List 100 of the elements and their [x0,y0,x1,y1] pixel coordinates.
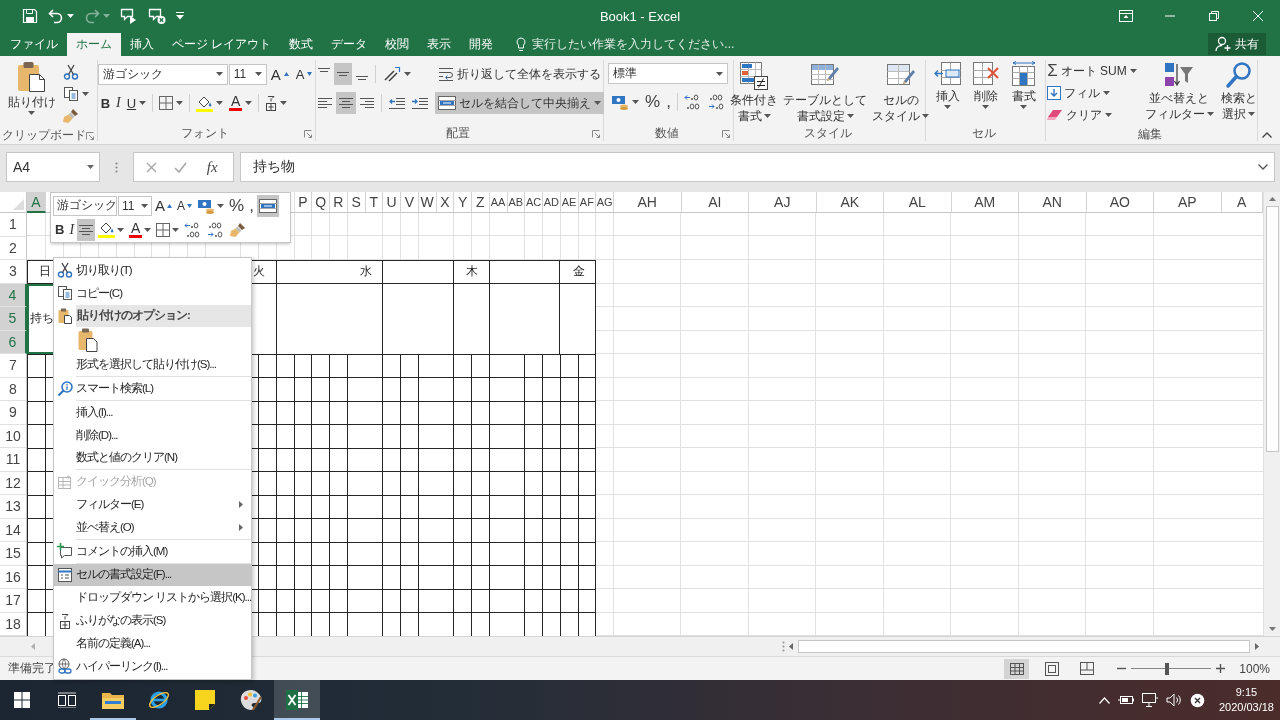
clock-time[interactable]: 9:15 [1235,685,1258,700]
collapse-ribbon-button[interactable] [1260,130,1274,140]
style-button[interactable]: セルの スタイル [870,60,931,123]
font-color-button[interactable]: A [226,92,256,114]
menu-item[interactable]: コピー(C) [54,281,251,305]
menu-item[interactable]: 名前の定義(A)... [54,631,251,655]
number-format-dropdown[interactable]: 標準 [608,63,729,84]
column-header[interactable]: V [401,192,419,213]
menu-item[interactable]: 挿入(I)... [54,401,251,424]
percent-button[interactable]: % [642,91,664,113]
underline-button[interactable]: U [123,92,150,114]
check-icon[interactable] [174,161,188,173]
ribbon-tab[interactable]: ファイル [1,32,67,56]
formula-input[interactable]: 持ち物 [240,152,1275,182]
comma-button[interactable]: , [247,194,256,217]
scroll-up-arrow-icon[interactable] [1268,197,1276,201]
autosum-button[interactable]: Σ オート SUM [1044,60,1140,82]
view-button[interactable] [1004,658,1030,679]
row-header[interactable]: 1 [0,213,27,237]
cells-button[interactable]: 削除 [969,60,1002,109]
font-name-dropdown[interactable]: 游ゴシック [97,63,228,85]
column-header[interactable]: AD [543,192,561,213]
ribbon-tab[interactable]: 開発 [460,32,503,56]
cells-button[interactable]: 書式 [1007,60,1040,109]
column-header[interactable]: Q [312,192,330,213]
ribbon-tab[interactable]: 表示 [418,32,461,56]
close-circle-icon[interactable] [1189,692,1205,708]
ribbon-tab[interactable]: 数式 [280,32,323,56]
dialog-launcher-icon[interactable] [722,129,730,138]
insert-function-button[interactable]: fx [203,158,221,176]
center-align-button[interactable] [77,218,96,241]
vertical-scrollbar[interactable] [1263,192,1280,636]
dialog-launcher-icon[interactable] [304,129,312,138]
menu-item[interactable]: 削除(D)... [54,423,251,447]
paste-option-button[interactable] [76,327,100,354]
tell-me-field[interactable]: 実行したい作業を入力してください... [512,32,739,56]
menu-item[interactable]: ふりがなの表示(S) [54,609,251,632]
ribbon-tab[interactable]: 校閲 [376,32,419,56]
zoom-percent[interactable]: 100% [1239,661,1270,676]
clear-button[interactable]: クリア [1044,104,1140,126]
ribbon-tab[interactable]: ページ レイアウト [163,32,281,56]
row-header[interactable]: 5 [0,307,27,331]
menu-item[interactable]: 並べ替え(O) [54,515,251,539]
speaker-icon[interactable] [1165,693,1182,707]
column-header[interactable]: AG [596,192,614,213]
paste-button[interactable]: 貼り付け [5,60,58,115]
style-button[interactable]: 条件付き 書式 [728,60,780,123]
row-header[interactable]: 4 [0,283,27,307]
column-header[interactable]: AC [525,192,543,213]
menu-item[interactable]: 数式と値のクリア(N) [54,446,251,470]
ribbon-tab[interactable]: データ [322,32,377,56]
menu-item[interactable]: 切り取り(T) [54,259,251,282]
menu-item[interactable]: セルの書式設定(F)... [54,563,251,587]
comma-button[interactable]: , [663,91,674,113]
scrollbar-thumb[interactable] [1265,206,1279,452]
fill-button[interactable]: フィル [1044,82,1140,104]
menu-item[interactable]: フィルター(E) [54,493,251,516]
column-header[interactable]: A [27,192,46,213]
scroll-right-arrow-icon[interactable] [1255,643,1259,650]
merge-center-button[interactable] [256,194,279,217]
italic-button[interactable]: I [113,92,124,114]
bold-button[interactable]: B [53,218,67,241]
menu-item[interactable]: 形式を選択して貼り付け(S)... [54,353,251,377]
merge-center-button[interactable]: セルを結合して中央揃え [435,92,604,114]
taskbar-button[interactable] [274,680,320,720]
scroll-down-arrow-icon[interactable] [1268,627,1276,631]
grow-font-button[interactable]: A [267,63,292,85]
name-box[interactable]: A4 [6,152,100,182]
sort-filter-button[interactable]: 並べ替えと フィルター [1142,60,1216,121]
battery-icon[interactable] [1117,695,1134,705]
scroll-left-arrow-icon[interactable] [789,643,793,650]
menu-item[interactable]: ハイパーリンク(I)... [54,654,251,678]
plus-icon[interactable] [1216,664,1226,673]
shrink-font-button[interactable]: A [292,63,316,85]
zoom-slider-thumb[interactable] [1165,662,1170,675]
row-header[interactable]: 6 [0,330,27,354]
ribbon-tab[interactable]: ホーム [67,33,121,56]
font-name-dropdown[interactable]: 游ゴシック [53,195,117,216]
grow-font-button[interactable]: A [153,194,174,217]
italic-button[interactable]: I [67,218,77,241]
cells-button[interactable]: 挿入 [931,60,964,109]
shrink-font-button[interactable]: A [175,194,195,217]
horizontal-align-button[interactable] [336,92,356,114]
font-color-button[interactable]: A [127,218,154,241]
bold-button[interactable]: B [97,92,114,114]
share-button[interactable]: 共有 [1208,33,1266,55]
find-select-button[interactable]: 検索と 選択 [1218,60,1259,121]
chevron-up-icon[interactable] [1098,696,1110,704]
monitor-icon[interactable] [1141,693,1158,707]
clock-date[interactable]: 2020/03/18 [1218,700,1274,715]
dialog-launcher-icon[interactable] [592,129,600,138]
menu-item[interactable]: コメントの挿入(M) [54,539,251,563]
style-button[interactable]: テーブルとして 書式設定 [781,60,869,123]
vertical-align-button[interactable] [334,63,352,85]
font-size-dropdown[interactable]: 11 [118,195,152,216]
font-size-dropdown[interactable]: 11 [228,63,267,85]
menu-item[interactable]: スマート検索(L) [54,377,251,400]
menu-item[interactable]: ドロップダウン リストから選択(K)... [54,586,251,610]
ribbon-tab[interactable]: 挿入 [121,32,163,56]
wrap-text-button[interactable]: 折り返して全体を表示する [435,63,604,85]
